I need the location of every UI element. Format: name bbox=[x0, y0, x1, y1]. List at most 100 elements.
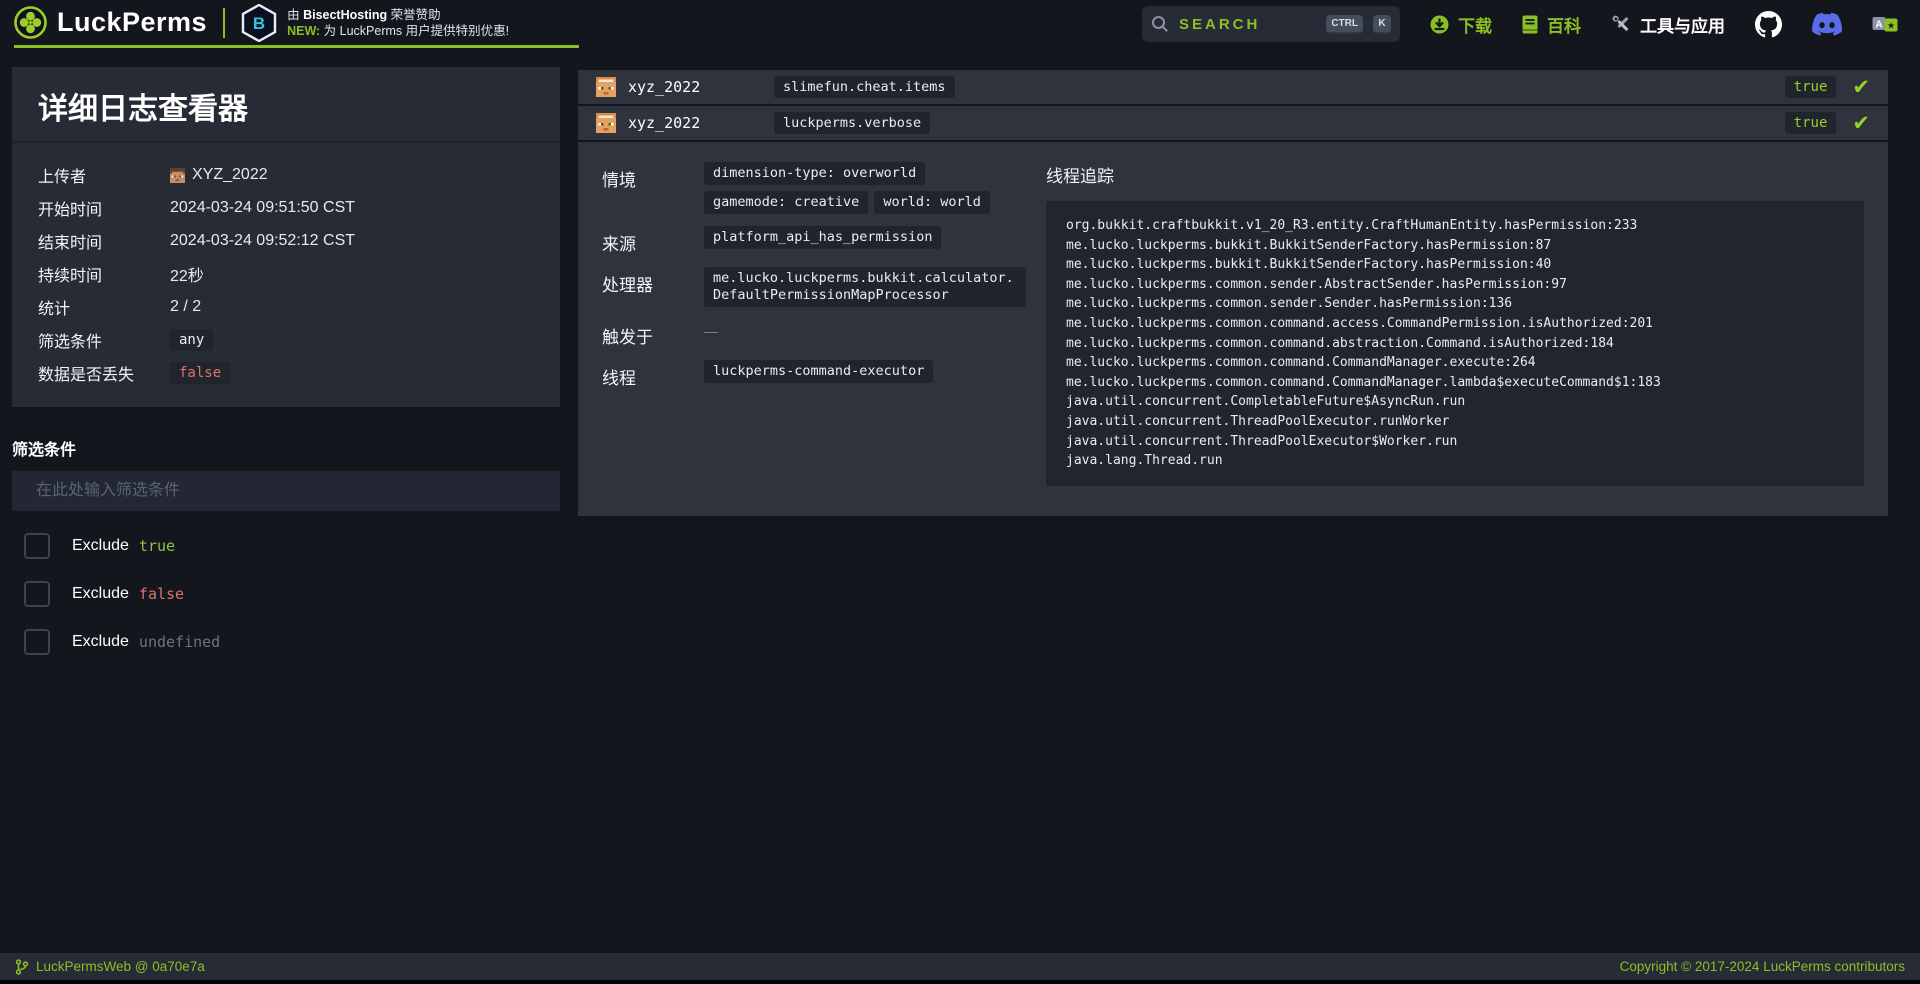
filter-input[interactable] bbox=[12, 471, 560, 511]
discord-icon bbox=[1812, 12, 1842, 36]
exclude-undefined-checkbox[interactable] bbox=[24, 629, 50, 655]
github-link[interactable] bbox=[1755, 11, 1782, 38]
search-button[interactable]: SEARCH CTRL K bbox=[1142, 6, 1400, 42]
exclude-true-checkbox[interactable] bbox=[24, 533, 50, 559]
permission-row-2[interactable]: xyz_2022 luckperms.verbose true ✔ bbox=[578, 106, 1888, 140]
navbar: LuckPerms B 由 BisectHosting 荣誉赞助 NEW: 为 … bbox=[0, 0, 1920, 48]
trace-line: me.lucko.luckperms.common.sender.Sender.… bbox=[1066, 294, 1844, 314]
main-content: xyz_2022 slimefun.cheat.items true ✔ xyz… bbox=[578, 70, 1888, 516]
meta-row-end-time: 结束时间 2024-03-24 09:52:12 CST bbox=[38, 229, 534, 253]
sponsor-line2: NEW: 为 LuckPerms 用户提供特别优惠! bbox=[287, 23, 509, 39]
download-icon bbox=[1430, 15, 1449, 34]
page-title: 详细日志查看器 bbox=[12, 67, 560, 143]
sponsor-banner-link[interactable]: B 由 BisectHosting 荣誉赞助 NEW: 为 LuckPerms … bbox=[241, 4, 509, 42]
detail-fields: 情境 dimension-type: overworld gamemode: c… bbox=[602, 162, 1026, 486]
trace-line: java.util.concurrent.ThreadPoolExecutor$… bbox=[1066, 432, 1844, 452]
trace-line: me.lucko.luckperms.common.command.Comman… bbox=[1066, 373, 1844, 393]
session-meta-card: 详细日志查看器 上传者 XYZ_2022 bbox=[12, 67, 560, 407]
trace-line: java.lang.Thread.run bbox=[1066, 451, 1844, 471]
uploader-name: XYZ_2022 bbox=[192, 166, 268, 184]
thread-trace-section: 线程追踪 org.bukkit.craftbukkit.v1_20_R3.ent… bbox=[1046, 162, 1864, 486]
field-origin: 来源 platform_api_has_permission bbox=[602, 226, 1026, 255]
exclude-undefined-row[interactable]: Exclude undefined bbox=[12, 629, 560, 655]
footer: LuckPermsWeb @ 0a70e7a Copyright © 2017-… bbox=[0, 953, 1920, 980]
meta-row-duration: 持续时间 22秒 bbox=[38, 262, 534, 286]
duration-value: 22秒 bbox=[170, 262, 204, 286]
brand-title: LuckPerms bbox=[57, 7, 207, 38]
field-thread: 线程 luckperms-command-executor bbox=[602, 360, 1026, 389]
footer-version-text: LuckPermsWeb @ 0a70e7a bbox=[36, 959, 205, 974]
exclude-false-row[interactable]: Exclude false bbox=[12, 581, 560, 607]
search-label: SEARCH bbox=[1179, 16, 1316, 33]
check-icon: ✔ bbox=[1852, 77, 1870, 98]
truncated-chip: false bbox=[170, 362, 230, 384]
caused-by-empty: — bbox=[704, 319, 718, 348]
permission-node-chip: slimefun.cheat.items bbox=[774, 76, 955, 98]
result-chip: true bbox=[1785, 112, 1837, 134]
trace-heading: 线程追踪 bbox=[1046, 162, 1864, 187]
check-icon: ✔ bbox=[1852, 113, 1870, 134]
trace-line: me.lucko.luckperms.bukkit.BukkitSenderFa… bbox=[1066, 255, 1844, 275]
github-icon bbox=[1755, 11, 1782, 38]
filter-mode-chip: any bbox=[170, 329, 213, 351]
luckperms-logo-icon bbox=[14, 6, 47, 39]
exclude-false-checkbox[interactable] bbox=[24, 581, 50, 607]
svg-text:A: A bbox=[1875, 20, 1882, 31]
tools-icon bbox=[1611, 14, 1631, 34]
trace-line: org.bukkit.craftbukkit.v1_20_R3.entity.C… bbox=[1066, 216, 1844, 236]
nav-link-wiki-label: 百科 bbox=[1547, 12, 1581, 37]
permission-node-chip: luckperms.verbose bbox=[774, 112, 930, 134]
filter-section-heading: 筛选条件 bbox=[12, 436, 560, 460]
trace-line: me.lucko.luckperms.common.command.access… bbox=[1066, 314, 1844, 334]
page: LuckPerms B 由 BisectHosting 荣誉赞助 NEW: 为 … bbox=[0, 0, 1920, 980]
meta-row-count: 统计 2 / 2 bbox=[38, 295, 534, 319]
permission-row-1[interactable]: xyz_2022 slimefun.cheat.items true ✔ bbox=[578, 70, 1888, 104]
exclude-true-value: true bbox=[139, 537, 175, 555]
end-time-value: 2024-03-24 09:52:12 CST bbox=[170, 232, 355, 250]
language-switch[interactable]: A ★ bbox=[1872, 15, 1898, 33]
search-icon bbox=[1151, 15, 1169, 33]
start-time-value: 2024-03-24 09:51:50 CST bbox=[170, 199, 355, 217]
meta-row-filter: 筛选条件 any bbox=[38, 328, 534, 352]
stack-trace-block: org.bukkit.craftbukkit.v1_20_R3.entity.C… bbox=[1046, 201, 1864, 486]
brand-home-link[interactable]: LuckPerms bbox=[14, 6, 207, 39]
translate-icon: A ★ bbox=[1872, 15, 1898, 33]
processor-chip: me.lucko.luckperms.bukkit.calculator.Def… bbox=[704, 267, 1026, 307]
bisecthosting-logo-icon: B bbox=[241, 4, 277, 42]
field-context: 情境 dimension-type: overworld gamemode: c… bbox=[602, 162, 1026, 214]
meta-row-uploader: 上传者 XYZ_2022 bbox=[38, 163, 534, 187]
permission-detail-panel: 情境 dimension-type: overworld gamemode: c… bbox=[578, 142, 1888, 516]
discord-link[interactable] bbox=[1812, 12, 1842, 36]
context-chip: gamemode: creative bbox=[704, 191, 868, 214]
exclude-true-row[interactable]: Exclude true bbox=[12, 533, 560, 559]
context-chip: dimension-type: overworld bbox=[704, 162, 925, 185]
trace-line: me.lucko.luckperms.common.sender.Abstrac… bbox=[1066, 275, 1844, 295]
trace-line: java.util.concurrent.ThreadPoolExecutor.… bbox=[1066, 412, 1844, 432]
nav-link-download-label: 下载 bbox=[1458, 12, 1492, 37]
ctrl-key: CTRL bbox=[1326, 15, 1363, 34]
meta-rows: 上传者 XYZ_2022 开始时间 2024-03-2 bbox=[12, 143, 560, 407]
k-key: K bbox=[1373, 15, 1391, 34]
row-username: xyz_2022 bbox=[628, 114, 700, 132]
sidebar: 详细日志查看器 上传者 XYZ_2022 bbox=[12, 67, 560, 655]
nav-link-wiki[interactable]: 百科 bbox=[1522, 12, 1581, 37]
nav-link-download[interactable]: 下载 bbox=[1430, 12, 1492, 37]
field-caused-by: 触发于 — bbox=[602, 319, 1026, 348]
thread-chip: luckperms-command-executor bbox=[704, 360, 933, 383]
count-value: 2 / 2 bbox=[170, 298, 201, 316]
result-chip: true bbox=[1785, 76, 1837, 98]
row-username: xyz_2022 bbox=[628, 78, 700, 96]
trace-line: me.lucko.luckperms.bukkit.BukkitSenderFa… bbox=[1066, 236, 1844, 256]
uploader-avatar bbox=[170, 168, 185, 183]
svg-text:★: ★ bbox=[1887, 22, 1895, 32]
footer-copyright[interactable]: Copyright © 2017-2024 LuckPerms contribu… bbox=[1620, 959, 1905, 974]
sponsor-text: 由 BisectHosting 荣誉赞助 NEW: 为 LuckPerms 用户… bbox=[287, 7, 509, 39]
exclude-false-value: false bbox=[139, 585, 184, 603]
nav-link-tools[interactable]: 工具与应用 bbox=[1611, 12, 1725, 37]
footer-version-link[interactable]: LuckPermsWeb @ 0a70e7a bbox=[15, 959, 205, 975]
origin-chip: platform_api_has_permission bbox=[704, 226, 941, 249]
context-chip: world: world bbox=[874, 191, 990, 214]
meta-row-start-time: 开始时间 2024-03-24 09:51:50 CST bbox=[38, 196, 534, 220]
nav-link-tools-label: 工具与应用 bbox=[1640, 12, 1725, 37]
wiki-book-icon bbox=[1522, 15, 1538, 34]
